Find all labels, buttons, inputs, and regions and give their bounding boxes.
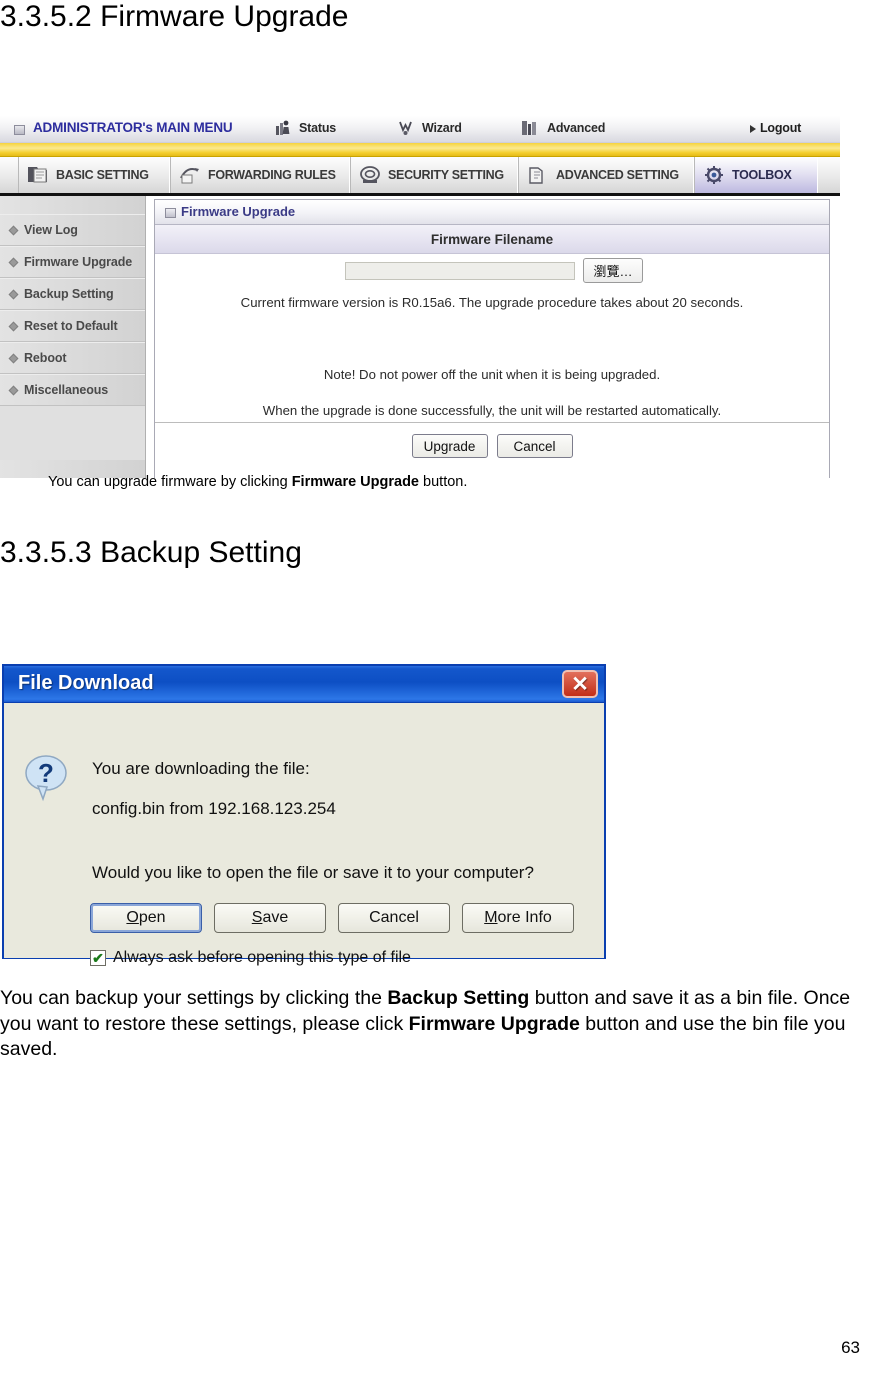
dialog-title-bar[interactable]: File Download ✕ <box>4 666 604 703</box>
firmware-filename-row: 瀏覽… <box>155 254 829 291</box>
firmware-version-note: Current firmware version is R0.15a6. The… <box>240 295 744 310</box>
cancel-button[interactable]: Cancel <box>496 434 573 458</box>
bullet-icon <box>8 289 19 299</box>
checkbox-icon[interactable]: ✔ <box>90 950 106 966</box>
sidebar-item-reset-to-default[interactable]: Reset to Default <box>0 310 145 342</box>
dialog-title: File Download <box>18 672 154 694</box>
upgrade-button[interactable]: Upgrade <box>411 434 488 458</box>
paragraph-part-1: You can backup your settings by clicking… <box>0 987 388 1009</box>
admin-menu-item-logout[interactable]: Logout <box>760 121 801 135</box>
sidebar-item-firmware-upgrade[interactable]: Firmware Upgrade <box>0 246 145 278</box>
bullet-icon <box>8 353 19 363</box>
tab-label: SECURITY SETTING <box>388 168 504 182</box>
dialog-line-downloading: You are downloading the file: <box>92 759 310 778</box>
toolbox-sidebar: View Log Firmware Upgrade Backup Setting… <box>0 196 146 478</box>
tab-label: TOOLBOX <box>732 168 792 182</box>
admin-menu-item-status[interactable]: Status <box>299 121 336 135</box>
admin-menu-title: ADMINISTRATOR's MAIN MENU <box>33 120 233 135</box>
restart-note: When the upgrade is done successfully, t… <box>262 403 722 418</box>
tab-basic-setting[interactable]: BASIC SETTING <box>18 157 170 193</box>
tab-toolbox[interactable]: TOOLBOX <box>694 157 818 193</box>
main-nav-tabs: BASIC SETTING FORWARDING RULES SECURITY … <box>0 157 840 196</box>
file-download-dialog: File Download ✕ ? You are downloading th… <box>2 664 606 966</box>
cancel-button[interactable]: Cancel <box>338 903 450 933</box>
firmware-filename-input[interactable] <box>345 262 575 280</box>
dialog-body: ? You are downloading the file: config.b… <box>4 703 604 966</box>
advanced-icon <box>521 120 536 136</box>
advanced-setting-icon <box>525 163 551 187</box>
page-title-firmware-upgrade: 3.3.5.2 Firmware Upgrade <box>0 0 349 33</box>
sidebar-item-label: Miscellaneous <box>24 383 109 397</box>
panel-title: Firmware Upgrade <box>181 204 296 219</box>
router-content-area: View Log Firmware Upgrade Backup Setting… <box>0 196 840 478</box>
tab-label: BASIC SETTING <box>56 168 149 182</box>
document-page: 3.3.5.2 Firmware Upgrade ADMINISTRATOR's… <box>0 0 875 1374</box>
bullet-icon <box>8 257 19 267</box>
logout-arrow-icon <box>750 125 756 133</box>
window-square-icon <box>14 125 25 135</box>
more-info-button[interactable]: More Info <box>462 903 574 933</box>
panel-action-buttons: Upgrade Cancel <box>155 434 829 458</box>
tab-security-setting[interactable]: SECURITY SETTING <box>350 157 518 193</box>
panel-divider <box>155 422 829 423</box>
caption-text-bold: Firmware Upgrade <box>291 474 420 490</box>
sidebar-top-spacer <box>0 196 145 214</box>
router-admin-screenshot: ADMINISTRATOR's MAIN MENU Status Wizard <box>0 116 840 478</box>
browse-button[interactable]: 瀏覽… <box>583 258 643 283</box>
sidebar-item-label: Reset to Default <box>24 319 118 333</box>
admin-menu-item-wizard[interactable]: Wizard <box>422 121 462 135</box>
save-button[interactable]: Save <box>214 903 326 933</box>
svg-text:?: ? <box>38 758 54 788</box>
toolbox-icon <box>701 163 727 187</box>
admin-main-menu-bar: ADMINISTRATOR's MAIN MENU Status Wizard <box>0 116 840 143</box>
yellow-divider <box>0 143 840 157</box>
sidebar-item-reboot[interactable]: Reboot <box>0 342 145 374</box>
bullet-icon <box>8 385 19 395</box>
column-header-firmware-filename: Firmware Filename <box>155 225 829 254</box>
firmware-upgrade-panel: Firmware Upgrade Firmware Filename 瀏覽… C… <box>154 199 830 478</box>
admin-menu-item-advanced[interactable]: Advanced <box>547 121 605 135</box>
sidebar-item-label: Reboot <box>24 351 67 365</box>
sidebar-item-label: Backup Setting <box>24 287 114 301</box>
panel-square-icon <box>165 208 176 218</box>
checkbox-label: Always ask before opening this type of f… <box>113 949 411 966</box>
caption-text-suffix: button. <box>419 474 468 490</box>
question-icon: ? <box>24 753 70 803</box>
paragraph-bold-firmware-upgrade: Firmware Upgrade <box>408 1012 580 1035</box>
always-ask-checkbox-row[interactable]: ✔ Always ask before opening this type of… <box>90 949 411 967</box>
tab-label: FORWARDING RULES <box>208 168 336 182</box>
paragraph-backup-setting: You can backup your settings by clicking… <box>0 986 875 1063</box>
paragraph-bold-backup-setting: Backup Setting <box>387 987 530 1009</box>
sidebar-filler <box>0 406 145 460</box>
sidebar-item-label: Firmware Upgrade <box>24 255 133 269</box>
sidebar-item-backup-setting[interactable]: Backup Setting <box>0 278 145 310</box>
forwarding-icon <box>177 163 203 187</box>
caption-text-prefix: You can upgrade firmware by clicking <box>48 474 292 490</box>
open-button[interactable]: Open <box>90 903 202 933</box>
page-number: 63 <box>841 1338 860 1357</box>
dialog-line-question: Would you like to open the file or save … <box>92 863 534 882</box>
dialog-line-filename: config.bin from 192.168.123.254 <box>92 799 336 818</box>
sidebar-item-label: View Log <box>24 223 78 237</box>
sidebar-item-view-log[interactable]: View Log <box>0 214 145 246</box>
close-icon[interactable]: ✕ <box>562 670 598 698</box>
tab-label: ADVANCED SETTING <box>556 168 679 182</box>
caption-firmware-upgrade: You can upgrade firmware by clicking Fir… <box>48 473 467 491</box>
sidebar-item-miscellaneous[interactable]: Miscellaneous <box>0 374 145 406</box>
page-title-backup-setting: 3.3.5.3 Backup Setting <box>0 536 302 569</box>
shield-icon <box>357 163 383 187</box>
bullet-icon <box>8 321 19 331</box>
wizard-icon <box>398 120 413 136</box>
status-icon <box>275 120 290 136</box>
power-off-warning-note: Note! Do not power off the unit when it … <box>323 367 661 382</box>
bullet-icon <box>8 225 19 235</box>
tab-forwarding-rules[interactable]: FORWARDING RULES <box>170 157 350 193</box>
panel-header: Firmware Upgrade <box>155 200 829 225</box>
tab-advanced-setting[interactable]: ADVANCED SETTING <box>518 157 694 193</box>
dialog-button-row: Open Save Cancel More Info <box>90 903 574 933</box>
folder-icon <box>25 163 51 187</box>
